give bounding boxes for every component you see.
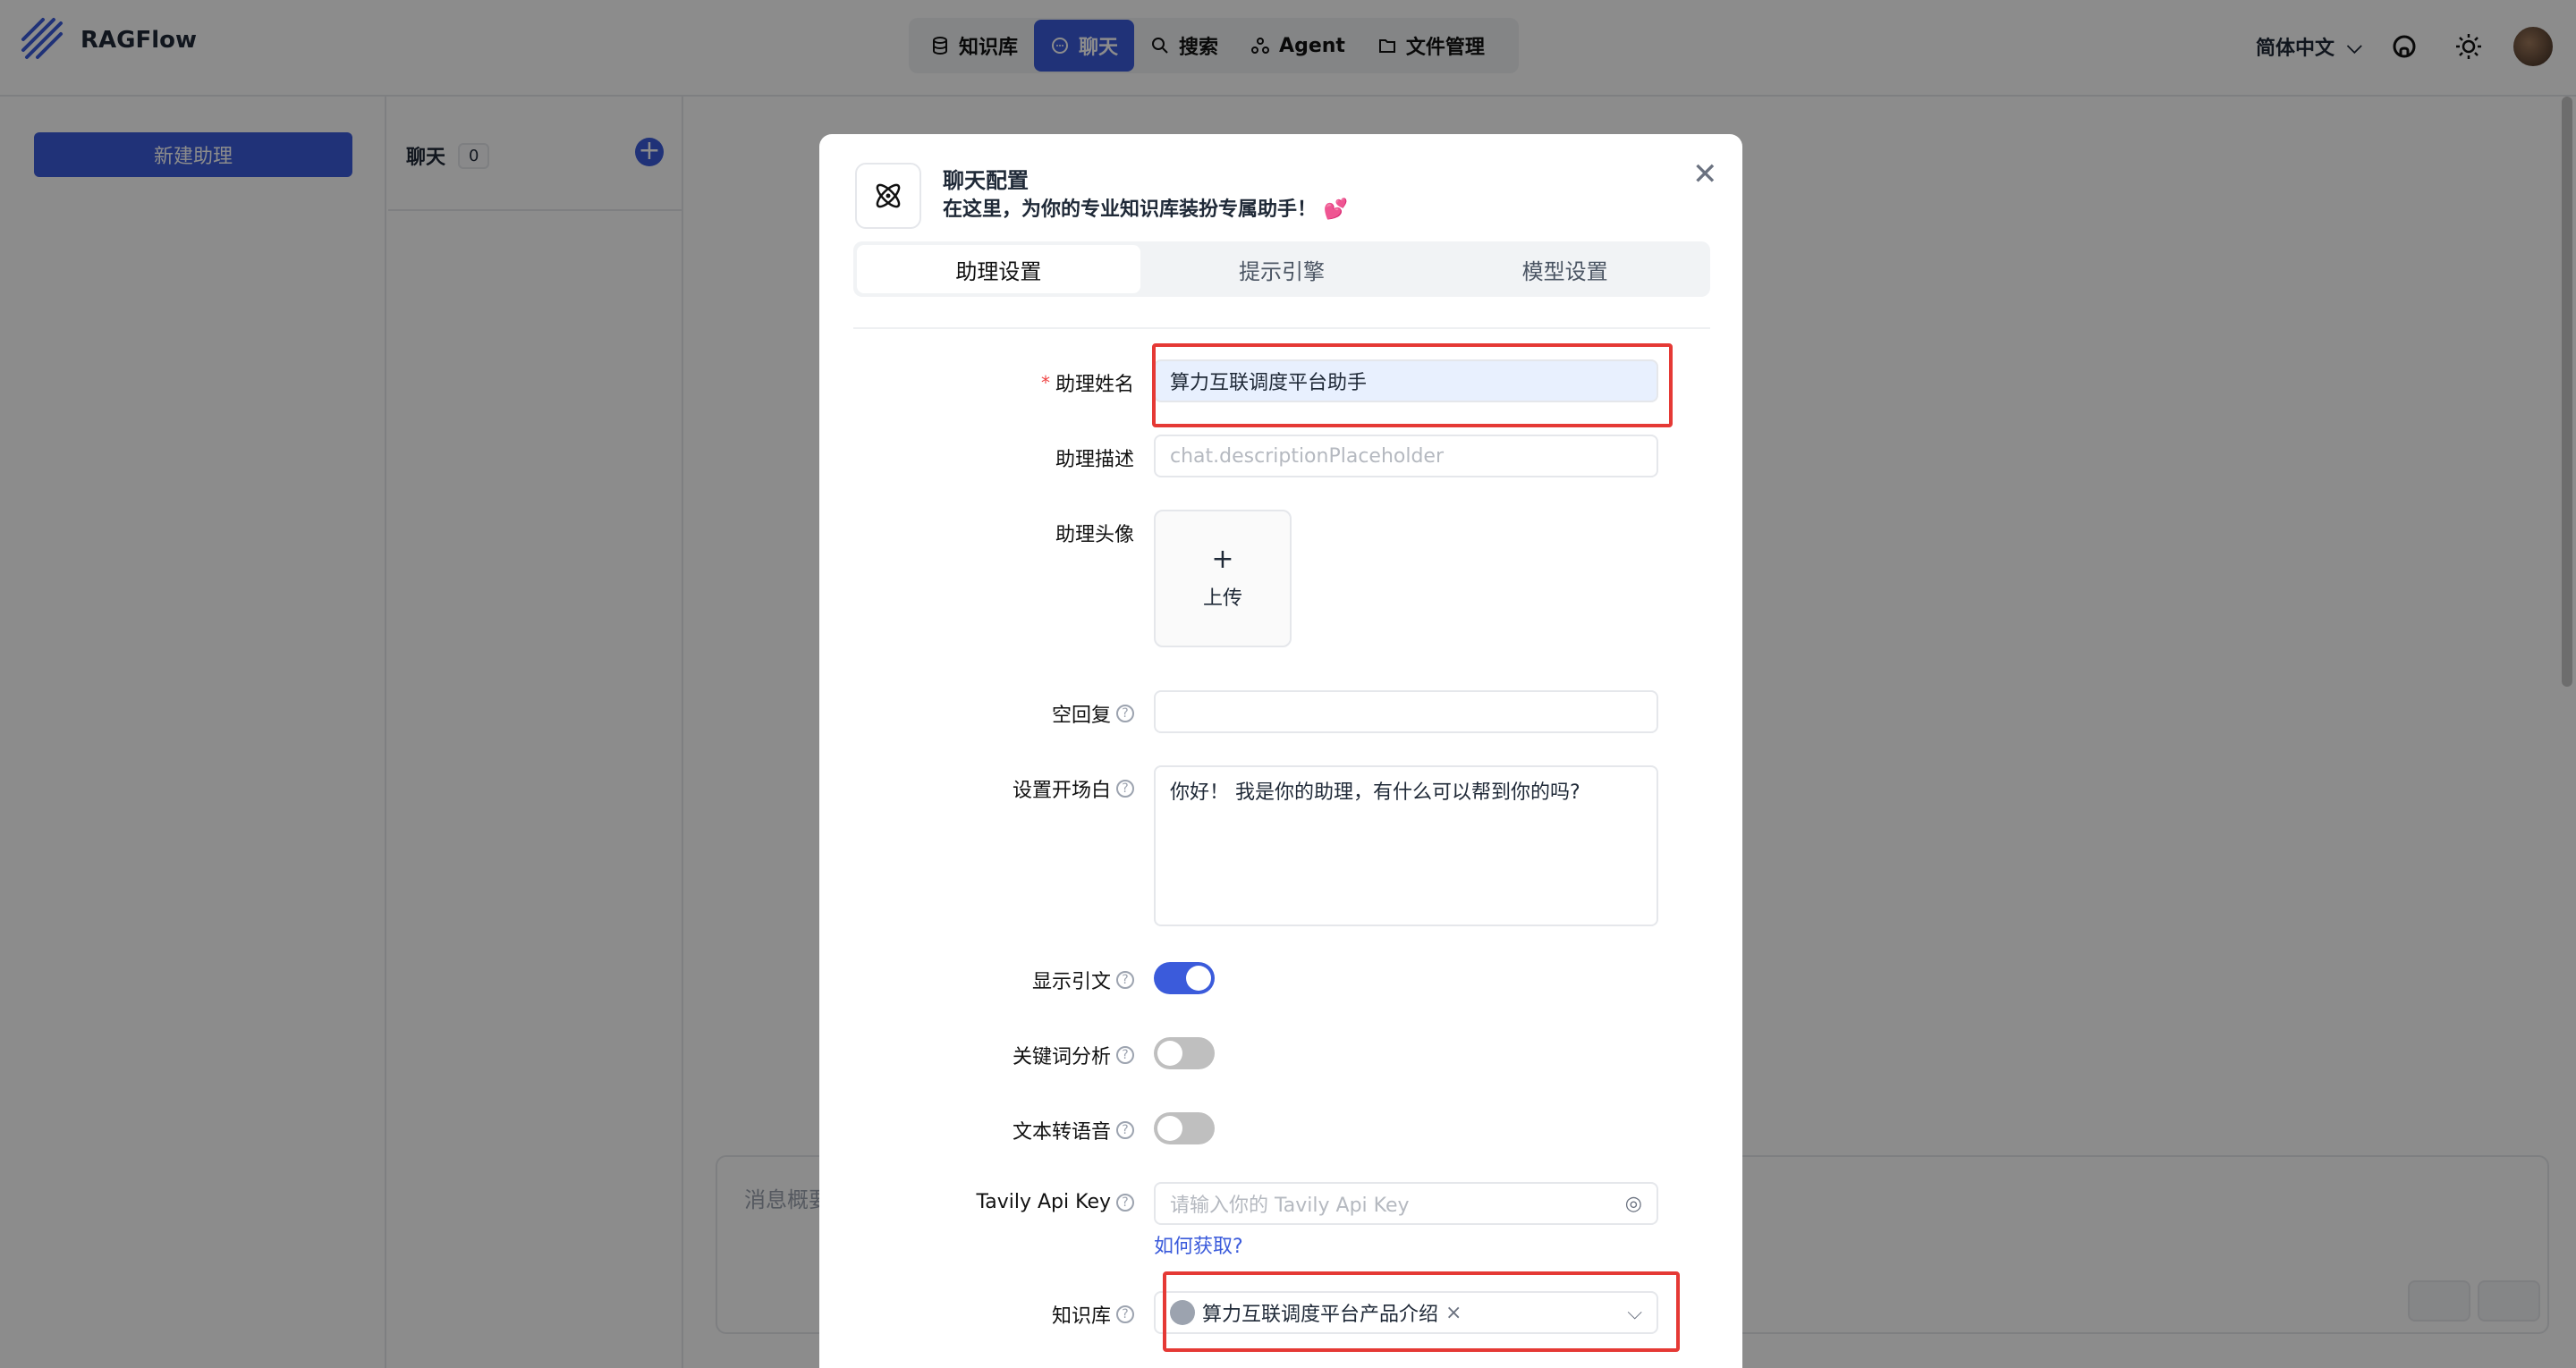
highlight-box <box>1152 343 1673 427</box>
desc-placeholder: chat.descriptionPlaceholder <box>1170 444 1445 468</box>
tab-prompt-engine[interactable]: 提示引擎 <box>1140 245 1424 293</box>
kb-label: 知识库 <box>1051 1305 1111 1328</box>
modal-subtitle: 在这里，为你的专业知识库装扮专属助手！ 💕 <box>943 198 1349 221</box>
avatar-label: 助理头像 <box>1055 524 1134 546</box>
tavily-placeholder: 请输入你的 Tavily Api Key <box>1170 1195 1410 1217</box>
help-icon[interactable]: ? <box>1116 780 1134 798</box>
show-quote-toggle[interactable] <box>1154 962 1215 994</box>
help-icon[interactable]: ? <box>1116 1121 1134 1139</box>
tab-assistant-settings[interactable]: 助理设置 <box>857 245 1140 293</box>
quote-label-row: 显示引文 ? <box>1032 966 1134 994</box>
atom-icon <box>855 163 921 229</box>
divider <box>853 327 1710 329</box>
required-mark: * <box>1040 372 1050 393</box>
avatar-upload-button[interactable]: + 上传 <box>1154 510 1292 647</box>
tavily-label-row: Tavily Api Key ? <box>976 1191 1134 1213</box>
help-icon[interactable]: ? <box>1116 1193 1134 1212</box>
toggle-knob <box>1157 1116 1182 1141</box>
eye-off-icon[interactable]: ◎ <box>1625 1193 1642 1215</box>
help-icon[interactable]: ? <box>1116 971 1134 989</box>
plus-icon: + <box>1211 544 1234 575</box>
tab-model-settings[interactable]: 模型设置 <box>1423 245 1707 293</box>
tts-label-row: 文本转语音 ? <box>1013 1116 1134 1144</box>
assistant-description-input[interactable]: chat.descriptionPlaceholder <box>1154 435 1658 477</box>
empty-response-label-row: 空回复 ? <box>1052 699 1134 728</box>
tavily-api-key-input[interactable]: 请输入你的 Tavily Api Key ◎ <box>1154 1182 1658 1225</box>
tavily-label: Tavily Api Key <box>976 1191 1111 1213</box>
keyword-label: 关键词分析 <box>1012 1046 1111 1068</box>
toggle-knob <box>1186 966 1211 991</box>
how-to-get-link[interactable]: 如何获取? <box>1154 1230 1243 1259</box>
quote-label: 显示引文 <box>1031 971 1111 993</box>
kb-label-row: 知识库 ? <box>1052 1300 1134 1329</box>
opener-label: 设置开场白 <box>1012 780 1111 802</box>
highlight-box <box>1163 1271 1680 1352</box>
chat-config-modal: 聊天配置 在这里，为你的专业知识库装扮专属助手！ 💕 ✕ 助理设置 提示引擎 模… <box>819 134 1742 1368</box>
config-tabs: 助理设置 提示引擎 模型设置 <box>853 241 1710 297</box>
opener-textarea[interactable]: 你好！ 我是你的助理，有什么可以帮到你的吗? <box>1154 765 1658 926</box>
keyword-label-row: 关键词分析 ? <box>1013 1041 1134 1069</box>
upload-label: 上传 <box>1202 587 1242 610</box>
name-label: 助理姓名 <box>1055 374 1134 396</box>
help-icon[interactable]: ? <box>1116 1305 1134 1323</box>
name-label-row: * 助理姓名 <box>1041 368 1134 397</box>
modal-title: 聊天配置 <box>943 168 1029 193</box>
empty-response-input[interactable] <box>1154 690 1658 733</box>
close-icon[interactable]: ✕ <box>1692 159 1718 190</box>
help-icon[interactable]: ? <box>1116 1046 1134 1064</box>
toggle-knob <box>1157 1041 1182 1066</box>
desc-label: 助理描述 <box>1055 449 1134 471</box>
tts-toggle[interactable] <box>1154 1112 1215 1144</box>
opener-label-row: 设置开场白 ? <box>1013 774 1134 803</box>
empty-label: 空回复 <box>1051 705 1111 727</box>
tts-label: 文本转语音 <box>1012 1121 1111 1144</box>
keyword-analysis-toggle[interactable] <box>1154 1037 1215 1069</box>
help-icon[interactable]: ? <box>1116 705 1134 722</box>
